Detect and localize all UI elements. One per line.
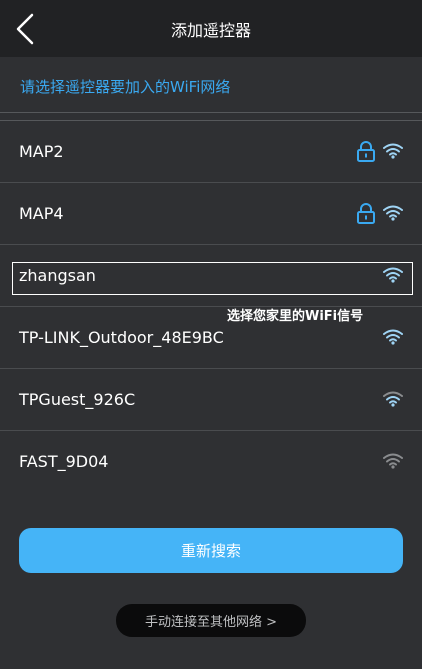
manual-connect-button[interactable]: 手动连接至其他网络 > xyxy=(116,604,306,637)
app-header: 添加遥控器 xyxy=(0,0,422,57)
network-ssid: TPGuest_926C xyxy=(19,390,136,409)
wifi-signal-icon xyxy=(383,143,403,159)
hint-annotation: 选择您家里的WiFi信号 xyxy=(227,309,364,324)
network-ssid: zhangsan xyxy=(19,266,96,285)
rescan-button[interactable]: 重新搜索 xyxy=(19,528,403,573)
wifi-network-item[interactable]: TPGuest_926C xyxy=(0,369,422,431)
lock-icon xyxy=(357,141,375,162)
wifi-signal-icon xyxy=(383,453,403,469)
lock-icon xyxy=(357,203,375,224)
wifi-signal-icon xyxy=(383,205,403,221)
wifi-network-item[interactable]: FAST_9D04 xyxy=(0,431,422,493)
wifi-network-item[interactable]: MAP4 xyxy=(0,183,422,245)
wifi-network-item[interactable]: zhangsan xyxy=(0,245,422,307)
wifi-signal-icon xyxy=(383,391,403,407)
network-ssid: MAP2 xyxy=(19,142,64,161)
divider xyxy=(0,112,422,113)
instruction-bar: 请选择遥控器要加入的WiFi网络 xyxy=(0,57,422,112)
network-ssid: TP-LINK_Outdoor_48E9BC xyxy=(19,328,224,347)
wifi-signal-icon xyxy=(383,267,403,283)
wifi-signal-icon xyxy=(383,329,403,345)
network-ssid: MAP4 xyxy=(19,204,64,223)
wifi-network-item[interactable]: MAP2 xyxy=(0,121,422,183)
network-ssid: FAST_9D04 xyxy=(19,452,109,471)
instruction-text: 请选择遥控器要加入的WiFi网络 xyxy=(20,78,231,96)
page-title: 添加遥控器 xyxy=(170,21,251,40)
